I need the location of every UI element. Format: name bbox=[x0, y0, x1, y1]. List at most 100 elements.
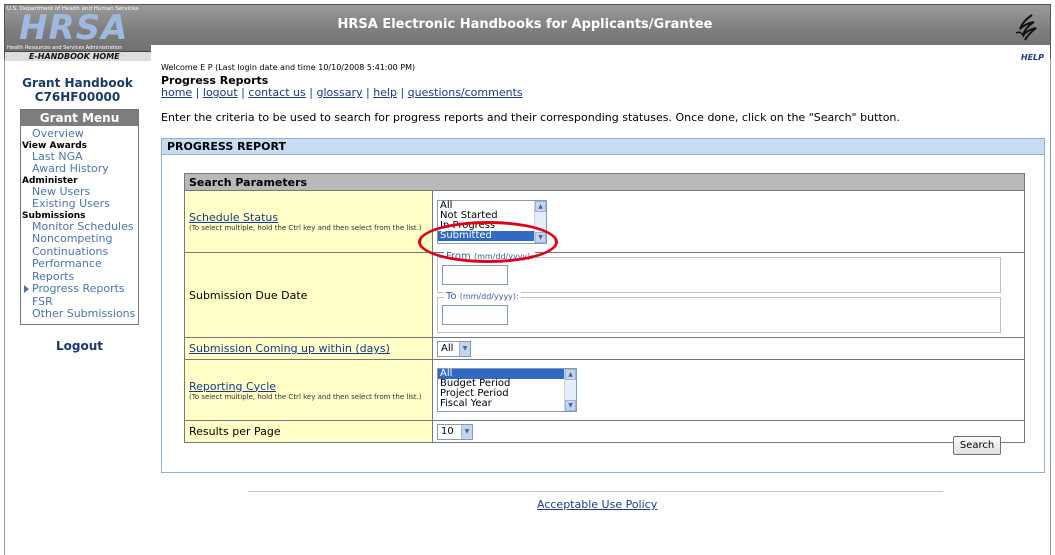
schedule-status-option[interactable]: In Progress bbox=[438, 220, 546, 231]
nav-separator: | bbox=[305, 86, 317, 99]
nav-help-link[interactable]: help bbox=[373, 86, 397, 99]
schedule-status-hint: (To select multiple, hold the Ctrl key a… bbox=[189, 224, 422, 232]
sidebar-item-label: Overview bbox=[32, 127, 84, 140]
reporting-cycle-cell: All Budget Period Project Period Fiscal Yea… bbox=[432, 359, 1025, 421]
from-date-input[interactable] bbox=[442, 265, 508, 285]
sidebar-item-other-submissions[interactable]: Other Submissions bbox=[21, 307, 138, 321]
help-link[interactable]: HELP bbox=[1021, 53, 1044, 62]
sidebar-item-award-history[interactable]: Award History bbox=[21, 162, 138, 176]
nav-separator: | bbox=[396, 86, 408, 99]
ehandbook-home-link[interactable]: E-HANDBOOK HOME bbox=[5, 51, 151, 61]
sidebar-item-label: Existing Users bbox=[32, 197, 110, 210]
reporting-cycle-listbox[interactable]: All Budget Period Project Period Fiscal Yea… bbox=[437, 368, 577, 412]
due-date-label-cell: Submission Due Date bbox=[184, 252, 433, 338]
acceptable-use-policy-link[interactable]: Acceptable Use Policy bbox=[537, 498, 657, 511]
from-date-legend: From (mm/dd/yyyy): bbox=[444, 251, 535, 262]
left-sidebar: Grant Handbook C76HF00000 Grant Menu Ove… bbox=[20, 76, 139, 353]
handbook-id: C76HF00000 bbox=[34, 90, 121, 104]
schedule-status-option[interactable]: Not Started bbox=[438, 210, 546, 221]
schedule-status-option[interactable]: All bbox=[438, 200, 546, 211]
nav-questions-link[interactable]: questions/comments bbox=[408, 86, 523, 99]
from-label: From bbox=[446, 251, 471, 262]
current-page-arrow-icon bbox=[24, 285, 29, 293]
sidebar-item-label: FSR bbox=[32, 294, 53, 308]
app-header: U.S. Department of Health and Human Serv… bbox=[4, 4, 1051, 62]
reporting-cycle-hint: (To select multiple, hold the Ctrl key a… bbox=[189, 392, 422, 401]
scroll-up-icon[interactable]: ▲ bbox=[565, 369, 576, 380]
to-date-fieldset: To (mm/dd/yyyy): bbox=[437, 291, 1001, 333]
results-per-page-select[interactable]: 10 ▼ bbox=[437, 423, 473, 440]
sidebar-item-label: Continuations bbox=[32, 244, 109, 258]
nav-logout-link[interactable]: logout bbox=[203, 86, 238, 99]
sidebar-item-label: Performance bbox=[32, 257, 102, 270]
grant-handbook-title: Grant Handbook C76HF00000 bbox=[16, 76, 139, 104]
page-left-border bbox=[4, 59, 5, 555]
results-per-page-label-cell: Results per Page bbox=[184, 420, 433, 443]
reporting-cycle-label[interactable]: Reporting Cycle bbox=[189, 380, 276, 393]
sidebar-item-label: Noncompeting bbox=[32, 232, 113, 245]
due-date-cell: From (mm/dd/yyyy): To (mm/dd/yyyy): bbox=[432, 251, 1025, 338]
nav-separator: | bbox=[362, 86, 374, 99]
welcome-message: Welcome E P (Last login date and time 10… bbox=[161, 63, 416, 72]
instructions-text: Enter the criteria to be used to search … bbox=[161, 111, 900, 124]
to-format: (mm/dd/yyyy): bbox=[459, 292, 519, 301]
search-parameters-header: Search Parameters bbox=[184, 173, 1025, 191]
hrsa-logo: HRSA bbox=[19, 8, 129, 48]
nav-contact-link[interactable]: contact us bbox=[248, 86, 305, 99]
header-bottom-bar bbox=[151, 45, 1050, 60]
schedule-status-listbox[interactable]: All Not Started In Progress Submitted ▲ ▼ bbox=[437, 199, 547, 244]
sidebar-item-label: New Users bbox=[32, 184, 91, 198]
reporting-cycle-option[interactable]: Fiscal Year bbox=[438, 399, 576, 409]
scroll-down-icon[interactable]: ▼ bbox=[565, 400, 576, 411]
listbox-scrollbar[interactable]: ▲ ▼ bbox=[564, 369, 576, 411]
scroll-up-icon[interactable]: ▲ bbox=[535, 200, 546, 212]
schedule-status-option[interactable]: Submitted bbox=[438, 230, 546, 241]
chevron-down-icon[interactable]: ▼ bbox=[461, 424, 472, 439]
sidebar-item-label: Monitor Schedules bbox=[32, 219, 134, 233]
coming-up-cell: All ▼ bbox=[432, 337, 1025, 360]
schedule-status-label[interactable]: Schedule Status bbox=[189, 211, 278, 224]
coming-up-label-cell: Submission Coming up within (days) bbox=[184, 337, 433, 360]
nav-separator: | bbox=[237, 86, 249, 99]
progress-report-panel: PROGRESS REPORT Search Parameters Schedu… bbox=[161, 138, 1045, 473]
grant-menu: Grant Menu Overview View Awards Last NGA Aw… bbox=[20, 109, 139, 325]
sidebar-item-label: Reports bbox=[32, 269, 75, 283]
search-button[interactable]: Search bbox=[953, 436, 1001, 455]
hrsa-logo-area: U.S. Department of Health and Human Serv… bbox=[5, 5, 151, 61]
from-date-fieldset: From (mm/dd/yyyy): bbox=[437, 251, 1001, 293]
scroll-down-icon[interactable]: ▼ bbox=[535, 231, 546, 243]
nav-separator: | bbox=[192, 86, 203, 99]
nav-glossary-link[interactable]: glossary bbox=[316, 86, 362, 99]
sidebar-item-label: Award History bbox=[32, 162, 109, 175]
coming-up-value: All bbox=[441, 342, 454, 354]
chevron-down-icon[interactable]: ▼ bbox=[459, 341, 470, 356]
reporting-cycle-label-cell: Reporting Cycle (To select multiple, hol… bbox=[184, 359, 433, 421]
from-format: (mm/dd/yyyy): bbox=[473, 252, 533, 261]
app-title: HRSA Electronic Handbooks for Applicants… bbox=[337, 17, 713, 32]
sidebar-item-label: Last NGA bbox=[32, 149, 83, 163]
results-per-page-value: 10 bbox=[441, 425, 454, 437]
results-per-page-label: Results per Page bbox=[189, 425, 281, 438]
search-parameters-table: Search Parameters Schedule Status (To se… bbox=[184, 173, 1025, 443]
page-right-border bbox=[1050, 59, 1051, 555]
sidebar-item-existing-users[interactable]: Existing Users bbox=[21, 197, 138, 211]
footer-divider bbox=[248, 491, 943, 492]
grant-menu-list: Overview View Awards Last NGA Award History… bbox=[21, 126, 138, 324]
results-per-page-cell: 10 ▼ bbox=[432, 420, 1025, 443]
sidebar-item-overview[interactable]: Overview bbox=[21, 127, 138, 141]
top-nav: home | logout | contact us | glossary | … bbox=[161, 86, 523, 99]
schedule-status-label-cell: Schedule Status (To select multiple, hol… bbox=[184, 190, 433, 253]
sidebar-item-label: Other Submissions bbox=[32, 307, 136, 320]
listbox-scrollbar[interactable]: ▲ ▼ bbox=[534, 200, 546, 243]
to-date-legend: To (mm/dd/yyyy): bbox=[444, 291, 521, 302]
due-date-label: Submission Due Date bbox=[189, 288, 308, 302]
sidebar-item-label: Progress Reports bbox=[32, 282, 125, 295]
logout-link[interactable]: Logout bbox=[20, 339, 139, 353]
coming-up-label[interactable]: Submission Coming up within (days) bbox=[189, 342, 390, 355]
coming-up-select[interactable]: All ▼ bbox=[437, 340, 471, 357]
to-label: To bbox=[446, 291, 457, 302]
to-date-input[interactable] bbox=[442, 305, 508, 325]
panel-title: PROGRESS REPORT bbox=[162, 139, 1044, 155]
hhs-eagle-icon bbox=[1015, 14, 1037, 41]
nav-home-link[interactable]: home bbox=[161, 86, 192, 99]
